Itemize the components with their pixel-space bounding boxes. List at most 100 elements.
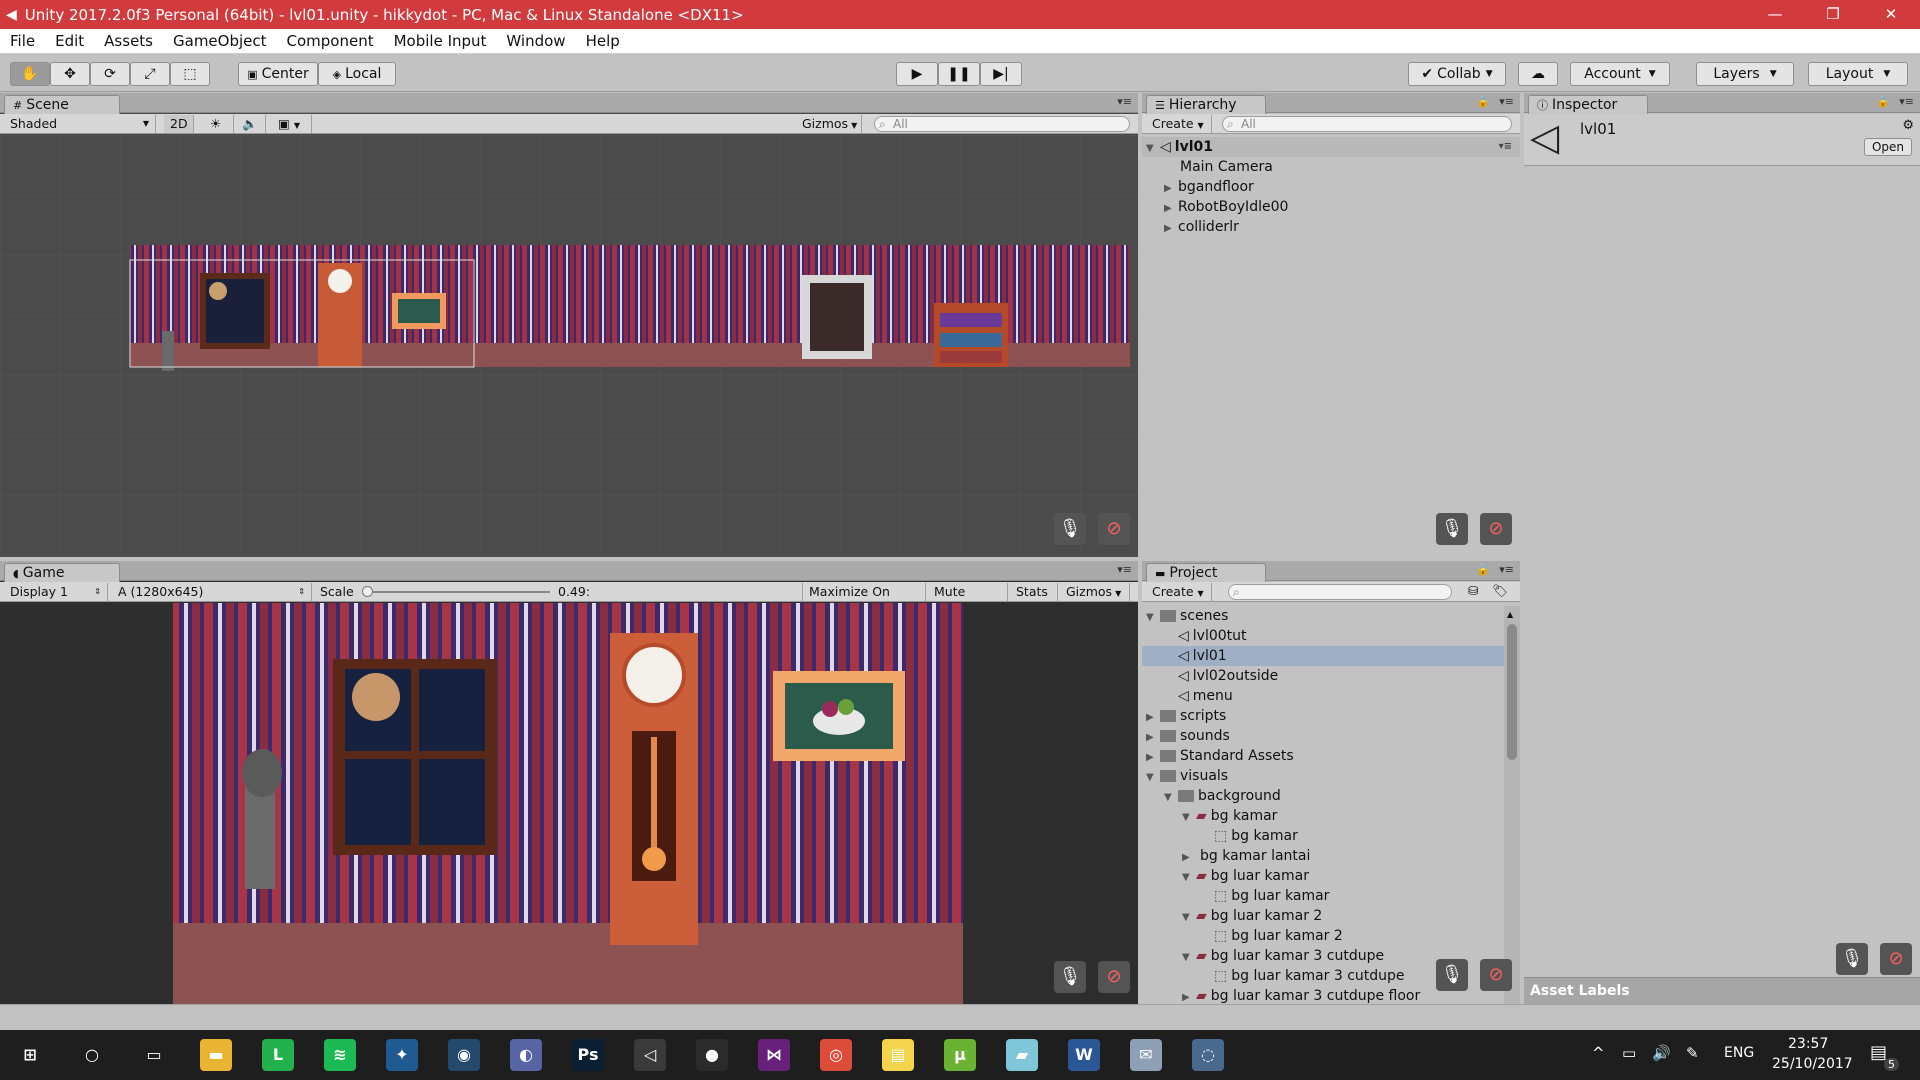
tab-project[interactable]: ▬ Project (1146, 563, 1266, 582)
pivot-local-button[interactable]: ◈ Local (318, 62, 396, 86)
project-tree-row[interactable]: ▶ bg kamar lantai (1142, 846, 1504, 866)
maximize-on-play-toggle[interactable]: Maximize On Play (802, 583, 926, 616)
tab-game[interactable]: ◖ Game (4, 563, 120, 582)
menu-gameobject[interactable]: GameObject (163, 32, 277, 50)
scene-menu-icon[interactable]: ▾≡ (1499, 137, 1512, 157)
windows-start-icon[interactable]: ⊞ (14, 1039, 46, 1071)
expand-arrow-icon[interactable]: ▼ (1182, 908, 1196, 928)
expand-arrow-icon[interactable]: ▶ (1182, 848, 1196, 868)
hierarchy-mic-button[interactable]: 🎙 (1436, 513, 1468, 545)
shading-mode-dropdown[interactable]: Shaded ▼ (4, 115, 156, 133)
menu-mobile-input[interactable]: Mobile Input (384, 32, 497, 50)
scale-tool-button[interactable]: ⤢ (130, 62, 170, 86)
scene-gizmos-dropdown[interactable]: Gizmos ▼ (796, 115, 862, 133)
audio-toggle[interactable]: 🔈 (236, 115, 266, 133)
hierarchy-item-bgandfloor[interactable]: ▶ bgandfloor (1142, 177, 1254, 197)
project-tree-row[interactable]: ▶ sounds (1142, 726, 1504, 746)
menu-component[interactable]: Component (277, 32, 384, 50)
collab-button[interactable]: ✔ Collab ▼ (1408, 62, 1506, 86)
pen-icon[interactable]: ✎ (1686, 1044, 1699, 1062)
github-icon[interactable]: ● (696, 1039, 728, 1071)
project-tree-row[interactable]: ▼ scenes (1142, 606, 1504, 626)
project-create-dropdown[interactable]: Create ▼ (1146, 583, 1212, 601)
lock-icon[interactable]: 🔒 (1476, 95, 1490, 108)
project-tree-row[interactable]: ◁ lvl00tut (1142, 626, 1504, 646)
steam-icon[interactable]: ◉ (448, 1039, 480, 1071)
unity-icon[interactable]: ◁ (634, 1039, 666, 1071)
project-tree-row[interactable]: ⬚ bg luar kamar (1142, 886, 1504, 906)
file-explorer-icon[interactable]: ▬ (200, 1039, 232, 1071)
project-tree-row[interactable]: ◁ menu (1142, 686, 1504, 706)
photoshop-icon[interactable]: Ps (572, 1039, 604, 1071)
scale-slider[interactable] (362, 586, 550, 597)
visual-studio-icon[interactable]: ⋈ (758, 1039, 790, 1071)
project-tree-row[interactable]: ◁ lvl02outside (1142, 666, 1504, 686)
stats-toggle[interactable]: Stats (1010, 583, 1058, 601)
project-tree-row[interactable]: ⬚ bg kamar (1142, 826, 1504, 846)
scrollbar-thumb[interactable] (1507, 624, 1517, 760)
network-icon[interactable]: ▭ (1622, 1044, 1636, 1062)
game-viewport[interactable]: 🎙 ⊘ (0, 603, 1138, 1004)
hierarchy-search-input[interactable]: ⌕ All (1222, 116, 1512, 132)
project-tree-row[interactable]: ▶ scripts (1142, 706, 1504, 726)
paint-icon[interactable]: ▰ (1006, 1039, 1038, 1071)
project-tree-row[interactable]: ▶ Standard Assets (1142, 746, 1504, 766)
resolution-dropdown[interactable]: A (1280x645) ⇕ (112, 583, 312, 601)
project-tree-row[interactable]: ▼ ▰ bg luar kamar 2 (1142, 906, 1504, 926)
project-tree-row[interactable]: ▼ visuals (1142, 766, 1504, 786)
word-icon[interactable]: W (1068, 1039, 1100, 1071)
lock-icon[interactable]: 🔒 (1876, 95, 1890, 108)
open-asset-button[interactable]: Open (1864, 138, 1912, 156)
menu-edit[interactable]: Edit (45, 32, 94, 50)
hierarchy-mute-mic-button[interactable]: ⊘ (1480, 513, 1512, 545)
task-view-icon[interactable]: ▭ (138, 1039, 170, 1071)
step-button[interactable]: ▶| (980, 62, 1022, 86)
rect-tool-button[interactable]: ⬚ (170, 62, 210, 86)
tab-scene[interactable]: # Scene (4, 95, 120, 114)
mic-button[interactable]: 🎙 (1054, 513, 1086, 545)
pause-button[interactable]: ❚❚ (938, 62, 980, 86)
menu-assets[interactable]: Assets (94, 32, 163, 50)
hierarchy-item-colliderlr[interactable]: ▶ colliderlr (1142, 217, 1239, 237)
menu-window[interactable]: Window (496, 32, 575, 50)
clock-date[interactable]: 25/10/2017 (1772, 1056, 1853, 1072)
expand-arrow-icon[interactable]: ▶ (1164, 199, 1178, 219)
scroll-up-arrow-icon[interactable]: ▲ (1507, 610, 1513, 619)
search-icon[interactable]: ○ (76, 1039, 108, 1071)
chrome-icon[interactable]: ◎ (820, 1039, 852, 1071)
tab-inspector[interactable]: ⓘ Inspector (1528, 95, 1648, 114)
inspector-mute-mic-button[interactable]: ⊘ (1880, 943, 1912, 975)
hierarchy-item-main-camera[interactable]: Main Camera (1142, 157, 1273, 177)
menu-file[interactable]: File (0, 32, 45, 50)
menu-help[interactable]: Help (576, 32, 630, 50)
lock-icon[interactable]: 🔒 (1476, 563, 1490, 576)
discord-icon[interactable]: ◐ (510, 1039, 542, 1071)
krita-icon[interactable]: ✦ (386, 1039, 418, 1071)
account-button[interactable]: Account ▼ (1570, 62, 1670, 86)
maximize-button[interactable]: ❐ (1804, 0, 1862, 29)
expand-arrow-icon[interactable]: ▼ (1146, 768, 1160, 788)
lighting-toggle[interactable]: ☀ (204, 115, 234, 133)
play-button[interactable]: ▶ (896, 62, 938, 86)
inspector-mic-button[interactable]: 🎙 (1836, 943, 1868, 975)
game-mute-mic-button[interactable]: ⊘ (1098, 961, 1130, 993)
scene-search-input[interactable]: ⌕ All (874, 116, 1130, 132)
expand-arrow-icon[interactable]: ▼ (1182, 948, 1196, 968)
filter-by-type-icon[interactable]: ⛁ (1468, 583, 1478, 598)
scene-root-row[interactable]: ▼ ◁ lvl01 ▾≡ (1142, 137, 1520, 157)
game-gizmos-dropdown[interactable]: Gizmos ▼ (1060, 583, 1130, 601)
sticky-notes-icon[interactable]: ▤ (882, 1039, 914, 1071)
language-indicator[interactable]: ENG (1724, 1045, 1754, 1061)
project-scrollbar[interactable]: ▲ (1504, 606, 1520, 1004)
display-dropdown[interactable]: Display 1 ⇕ (4, 583, 108, 601)
close-button[interactable]: ✕ (1862, 0, 1920, 29)
expand-arrow-icon[interactable]: ▶ (1146, 728, 1160, 748)
expand-arrow-icon[interactable]: ▶ (1146, 708, 1160, 728)
settings-gear-icon[interactable]: ⚙ (1902, 118, 1914, 133)
filter-by-label-icon[interactable]: 🏷 (1492, 583, 1508, 599)
tab-hierarchy[interactable]: ☰ Hierarchy (1146, 95, 1266, 114)
mail-icon[interactable]: ✉ (1130, 1039, 1162, 1071)
panel-menu-icon[interactable]: ▾≡ (1499, 563, 1514, 576)
hand-tool-button[interactable]: ✋ (10, 62, 50, 86)
project-tree-row[interactable]: ◁ lvl01 (1142, 646, 1504, 666)
